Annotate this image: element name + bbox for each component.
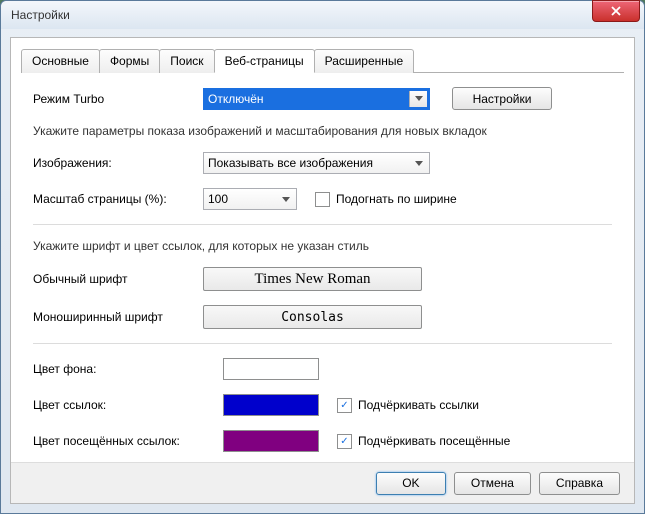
fit-width-checkbox[interactable]: [315, 192, 330, 207]
bg-color-label: Цвет фона:: [33, 362, 223, 376]
underline-links-label: Подчёркивать ссылки: [358, 398, 479, 412]
cancel-button[interactable]: Отмена: [454, 472, 531, 495]
tab-general[interactable]: Основные: [21, 49, 100, 73]
mono-font-label: Моноширинный шрифт: [33, 310, 203, 324]
close-button[interactable]: [592, 0, 640, 22]
scale-value: 100: [208, 192, 228, 206]
normal-font-label: Обычный шрифт: [33, 272, 203, 286]
turbo-label: Режим Turbo: [33, 92, 203, 106]
scale-select[interactable]: 100: [203, 188, 297, 210]
fit-width-label: Подогнать по ширине: [336, 192, 457, 206]
link-color-label: Цвет ссылок:: [33, 398, 223, 412]
chevron-down-icon: [277, 191, 294, 207]
tab-advanced[interactable]: Расширенные: [314, 49, 415, 73]
window-title: Настройки: [11, 8, 592, 22]
mono-font-button[interactable]: Consolas: [203, 305, 422, 329]
close-icon: [611, 6, 621, 16]
images-label: Изображения:: [33, 156, 203, 170]
tab-webpages[interactable]: Веб-страницы: [214, 49, 315, 73]
scale-label: Масштаб страницы (%):: [33, 192, 203, 206]
underline-visited-label: Подчёркивать посещённые: [358, 434, 510, 448]
visited-color-swatch[interactable]: [223, 430, 319, 452]
settings-window: Настройки Основные Формы Поиск Веб-стран…: [0, 0, 645, 514]
titlebar: Настройки: [1, 1, 644, 29]
dialog-footer: OK Отмена Справка: [11, 462, 634, 503]
client-area: Основные Формы Поиск Веб-страницы Расшир…: [10, 37, 635, 504]
images-select[interactable]: Показывать все изображения: [203, 152, 430, 174]
normal-font-button[interactable]: Times New Roman: [203, 267, 422, 291]
images-hint: Укажите параметры показа изображений и м…: [33, 124, 612, 138]
bg-color-swatch[interactable]: [223, 358, 319, 380]
visited-color-label: Цвет посещённых ссылок:: [33, 434, 223, 448]
turbo-value: Отключён: [208, 92, 264, 106]
chevron-down-icon: [410, 155, 427, 171]
separator: [33, 343, 612, 344]
link-color-swatch[interactable]: [223, 394, 319, 416]
chevron-down-icon: [409, 91, 427, 107]
turbo-select[interactable]: Отключён: [203, 88, 430, 110]
tab-panel: Режим Turbo Отключён Настройки Укажите п…: [11, 73, 634, 452]
turbo-settings-button[interactable]: Настройки: [452, 87, 552, 110]
underline-links-checkbox[interactable]: ✓: [337, 398, 352, 413]
ok-button[interactable]: OK: [376, 472, 446, 495]
images-value: Показывать все изображения: [208, 156, 373, 170]
fonts-hint: Укажите шрифт и цвет ссылок, для которых…: [33, 239, 612, 253]
tab-search[interactable]: Поиск: [159, 49, 214, 73]
tab-strip: Основные Формы Поиск Веб-страницы Расшир…: [21, 48, 634, 72]
separator: [33, 224, 612, 225]
tab-forms[interactable]: Формы: [99, 49, 160, 73]
help-button[interactable]: Справка: [539, 472, 620, 495]
underline-visited-checkbox[interactable]: ✓: [337, 434, 352, 449]
